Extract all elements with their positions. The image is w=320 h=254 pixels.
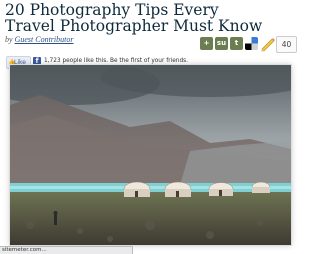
plus-share-icon[interactable]: + <box>200 37 213 50</box>
byline: by Guest Contributor <box>5 35 73 44</box>
stumbleupon-icon[interactable]: su <box>215 37 228 50</box>
author-link[interactable]: Guest Contributor <box>15 35 74 44</box>
page-title: 20 Photography Tips Every Travel Photogr… <box>5 1 263 35</box>
tumblr-icon[interactable]: t <box>230 37 243 50</box>
delicious-icon[interactable] <box>245 37 258 50</box>
article-hero-image <box>10 65 291 245</box>
comment-pencil-icon[interactable] <box>259 36 275 52</box>
byline-prefix: by <box>5 35 13 44</box>
comment-count-badge[interactable]: 40 <box>276 36 297 53</box>
